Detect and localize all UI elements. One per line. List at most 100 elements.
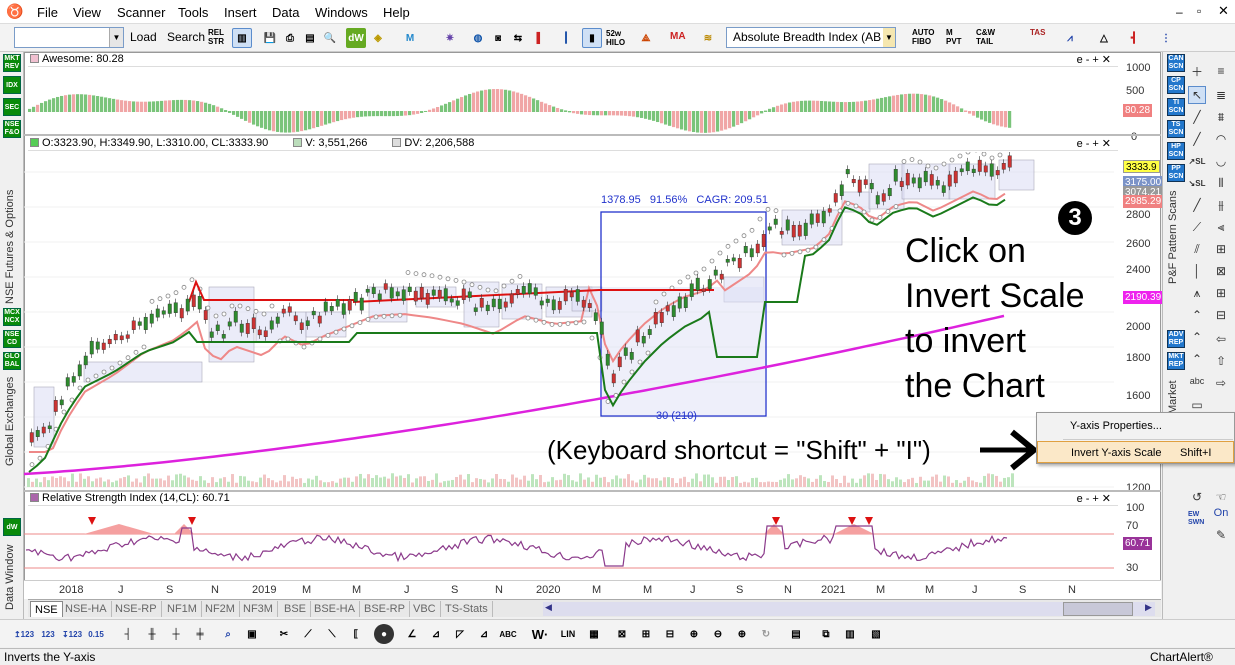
fib-icon[interactable]: ≣ xyxy=(1212,86,1230,104)
dw-icon[interactable]: dW xyxy=(346,28,366,48)
ts-scn-button[interactable]: TS SCN xyxy=(1167,120,1185,138)
notes-icon[interactable]: ▤ xyxy=(786,624,806,644)
sec-button[interactable]: SEC xyxy=(3,98,21,116)
grid-icon[interactable]: ⊠ xyxy=(1212,262,1230,280)
line-tool-icon[interactable]: ╱ xyxy=(1188,130,1206,148)
w-tool-icon[interactable]: W· xyxy=(530,624,550,644)
menu-insert[interactable]: Insert xyxy=(224,5,257,20)
pp-scn-button[interactable]: PP SCN xyxy=(1167,164,1185,182)
zoom-plus-icon[interactable]: ⊕ xyxy=(732,624,752,644)
menu-view[interactable]: View xyxy=(73,5,101,20)
global-button[interactable]: GLO BAL xyxy=(3,352,21,370)
zoom-box-icon[interactable]: ▣ xyxy=(242,624,262,644)
volume-icon[interactable]: ▮ xyxy=(582,28,602,48)
vertical-line-icon[interactable]: │ xyxy=(1188,262,1206,280)
zigzag-icon[interactable]: ⩘ xyxy=(1060,28,1080,48)
text-tool-icon[interactable]: abc xyxy=(1188,372,1206,390)
bars-icon[interactable]: ▌ xyxy=(530,28,550,48)
cycle-icon[interactable]: ⫵ xyxy=(1212,196,1230,214)
scroll-right-icon[interactable]: ▶ xyxy=(1145,602,1152,613)
symbol-combo[interactable]: ▼ xyxy=(14,27,124,48)
market-label[interactable]: Market xyxy=(1167,374,1179,414)
chevron-up-icon[interactable]: ⌃ xyxy=(1188,328,1206,346)
bracket-icon[interactable]: ⟦ xyxy=(346,624,366,644)
more-icon[interactable]: ⋮ xyxy=(1156,28,1176,48)
cw-tail-button[interactable]: C&W TAIL xyxy=(976,28,998,46)
measure-tool-icon[interactable]: ⟍ xyxy=(322,624,342,644)
nse-cd-button[interactable]: NSE CD xyxy=(3,330,21,348)
menu-data[interactable]: Data xyxy=(272,5,299,20)
zoom-in-icon[interactable]: ⊕ xyxy=(684,624,704,644)
angle-icon[interactable]: ∠ xyxy=(402,624,422,644)
tab-nf1m[interactable]: NF1M xyxy=(163,601,202,617)
print-setup-icon[interactable]: ▤ xyxy=(300,28,320,48)
bar-style-icon[interactable]: ┤ xyxy=(118,624,138,644)
mcx-ncx-button[interactable]: MCX NCX xyxy=(3,308,21,326)
measure-tool-icon[interactable]: ✂ xyxy=(274,624,294,644)
zoom-box-icon[interactable]: ⌕ xyxy=(218,624,238,644)
ew-swn-icon[interactable]: EW SWN xyxy=(1188,510,1206,528)
volume-checkbox[interactable] xyxy=(293,138,303,147)
52w-hilo-button[interactable]: 52w HILO xyxy=(606,29,628,47)
sl-tool-icon[interactable]: ↘SL xyxy=(1188,174,1206,192)
dv-checkbox[interactable] xyxy=(392,138,402,147)
invert-y-axis-menu-item[interactable]: Invert Y-axis Scale Shift+I xyxy=(1037,441,1234,463)
grid-icon[interactable]: ⊟ xyxy=(1212,306,1230,324)
fan-icon[interactable]: ⫷ xyxy=(1212,218,1230,236)
zoom-fit-icon[interactable]: ⊠ xyxy=(612,624,632,644)
arrow-icon[interactable]: ⇦ xyxy=(1212,330,1230,348)
chart-style-icon[interactable]: ↥123 xyxy=(14,624,34,644)
m-pvt-button[interactable]: M PVT xyxy=(946,28,964,46)
tab-nse-rp[interactable]: NSE-RP xyxy=(111,601,162,617)
search-button[interactable]: Search xyxy=(167,30,205,44)
global-exchanges-label[interactable]: Global Exchanges xyxy=(4,374,16,466)
data-window-label[interactable]: Data Window xyxy=(4,540,16,610)
tab-ts-stats[interactable]: TS-Stats xyxy=(441,601,493,617)
zoom-out-icon[interactable]: ⊖ xyxy=(708,624,728,644)
chevron-up-icon[interactable]: ⌃ xyxy=(1188,306,1206,324)
tab-nf3m[interactable]: NF3M xyxy=(239,601,278,617)
hp-scn-button[interactable]: HP SCN xyxy=(1167,142,1185,160)
tab-bse-rp[interactable]: BSE-RP xyxy=(360,601,410,617)
lin-scale-icon[interactable]: LIN xyxy=(558,624,578,644)
indicator-combo[interactable]: Absolute Breadth Index (AB ▼ xyxy=(726,27,896,48)
menu-scanner[interactable]: Scanner xyxy=(117,5,165,20)
bar-style-icon[interactable]: ╫ xyxy=(142,624,162,644)
drawing-icon[interactable]: ◈ xyxy=(368,28,388,48)
line-tool-icon[interactable]: ╱ xyxy=(1188,196,1206,214)
mkt-rev-button[interactable]: MKT REV xyxy=(3,54,21,72)
ray-tool-icon[interactable]: ⟋ xyxy=(1188,218,1206,236)
sl-tool-icon[interactable]: ↗SL xyxy=(1188,152,1206,170)
menu-windows[interactable]: Windows xyxy=(315,5,368,20)
line-tool-icon[interactable]: ╱ xyxy=(1188,108,1206,126)
abc-tool-icon[interactable]: ABC xyxy=(498,624,518,644)
can-scn-button[interactable]: CAN SCN xyxy=(1167,54,1185,72)
cp-scn-button[interactable]: CP SCN xyxy=(1167,76,1185,94)
fork-icon[interactable]: ⩚ xyxy=(1188,284,1206,302)
compare-icon[interactable]: ⇆ xyxy=(508,28,528,48)
minimize-icon[interactable]: – xyxy=(1176,5,1183,19)
ohlc-icon[interactable]: ┫ xyxy=(1124,28,1144,48)
menu-tools[interactable]: Tools xyxy=(178,5,208,20)
nse-fo-button[interactable]: NSE F&O xyxy=(3,120,21,138)
triangle-icon[interactable]: △ xyxy=(1094,28,1114,48)
menu-file[interactable]: File xyxy=(37,5,58,20)
ma-button[interactable]: MA xyxy=(670,31,686,42)
angle-icon[interactable]: ◸ xyxy=(450,624,470,644)
tab-vbc[interactable]: VBC xyxy=(409,601,441,617)
tab-nse-ha[interactable]: NSE-HA xyxy=(61,601,112,617)
chevron-down-icon[interactable]: ▼ xyxy=(109,28,123,47)
arrow-icon[interactable]: ⇨ xyxy=(1212,374,1230,392)
dw-button[interactable]: dW xyxy=(3,518,21,536)
pointer-icon[interactable]: ↖ xyxy=(1188,86,1206,104)
crosshair-icon[interactable]: ＋ xyxy=(1188,62,1206,80)
close-icon[interactable]: ✕ xyxy=(1218,3,1229,19)
tab-nf2m[interactable]: NF2M xyxy=(201,601,240,617)
auto-fibo-button[interactable]: AUTO FIBO xyxy=(912,28,935,46)
arc-icon[interactable]: ◠ xyxy=(1212,130,1230,148)
rsi-checkbox[interactable] xyxy=(30,493,39,502)
refresh-icon[interactable]: ↻ xyxy=(756,624,776,644)
tab-bse-ha[interactable]: BSE-HA xyxy=(310,601,360,617)
grid-icon[interactable]: ⊞ xyxy=(1212,284,1230,302)
grid-icon[interactable]: ⊞ xyxy=(1212,240,1230,258)
